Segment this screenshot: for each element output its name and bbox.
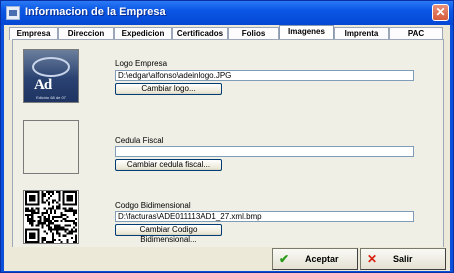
close-icon: ✕: [435, 5, 446, 19]
app-icon: [6, 6, 20, 20]
logo-preview: Ad Edición 68 de 07: [23, 49, 79, 103]
dialog-window: Informacion de la Empresa ✕ Empresa Dire…: [0, 0, 454, 273]
title-bar[interactable]: Informacion de la Empresa ✕: [1, 1, 453, 25]
imagenes-panel: Ad Edición 68 de 07 Logo Empresa D:\edga…: [12, 39, 444, 250]
company-logo-image: Ad Edición 68 de 07: [24, 50, 78, 102]
change-cedula-button[interactable]: Cambiar cedula fiscal...: [115, 159, 222, 171]
dialog-footer: ✔ Aceptar ✕ Salir: [4, 247, 450, 271]
qr-code-image: [25, 191, 77, 243]
codigo-path-field[interactable]: D:\facturas\ADE011113AD1_27.xml.bmp: [115, 211, 414, 222]
cedula-preview: [23, 120, 79, 174]
codigo-label: Codgo Bidimensional: [115, 201, 191, 210]
window-title: Informacion de la Empresa: [25, 6, 166, 18]
cedula-label: Cedula Fiscal: [115, 136, 164, 145]
close-button[interactable]: ✕: [432, 4, 449, 21]
x-icon: ✕: [367, 252, 378, 266]
codigo-preview: [23, 190, 79, 244]
cedula-path-field[interactable]: [115, 146, 414, 157]
logo-label: Logo Empresa: [115, 59, 168, 68]
accept-button[interactable]: ✔ Aceptar: [272, 248, 358, 270]
exit-button[interactable]: ✕ Salir: [360, 248, 446, 270]
logo-path-field[interactable]: D:\edgar\alfonso\adeinlogo.JPG: [115, 70, 414, 81]
change-logo-button[interactable]: Cambiar logo...: [115, 83, 222, 95]
dialog-client: Empresa Direccion Expedicion Certificado…: [4, 25, 450, 271]
check-icon: ✔: [279, 252, 290, 266]
change-codigo-button[interactable]: Cambiar Codigo Bidimensional...: [115, 224, 222, 244]
